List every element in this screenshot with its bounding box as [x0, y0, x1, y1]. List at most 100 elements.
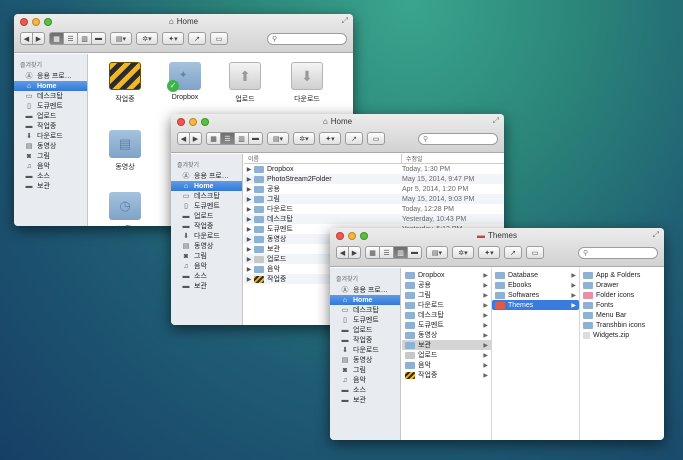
- column-item[interactable]: Ebooks ▶: [492, 280, 579, 290]
- titlebar[interactable]: ▬ Themes ⤢ ◀ ▶ ▦ ☰ ▥ ▬ ▤▾ ✲▾ ✦▾ ↗ ▭ ⚲: [330, 228, 664, 267]
- column-item[interactable]: 도큐멘트 ▶: [402, 320, 491, 330]
- column-item-selected[interactable]: Themes ▶: [492, 300, 579, 310]
- column-view-button[interactable]: ▥: [234, 132, 249, 145]
- disclosure-triangle-icon[interactable]: ▶: [244, 276, 254, 283]
- disclosure-triangle-icon[interactable]: ▶: [244, 176, 254, 183]
- sidebar-item-documents[interactable]: ▯ 도큐멘트: [14, 101, 87, 111]
- column-item[interactable]: 음악 ▶: [402, 360, 491, 370]
- action-gear-button[interactable]: ✲▾: [136, 32, 158, 45]
- sidebar-item-pictures[interactable]: ◙ 그림: [330, 365, 400, 375]
- sidebar-item-archive[interactable]: ▬ 보관: [14, 181, 87, 191]
- forward-button[interactable]: ▶: [189, 132, 202, 145]
- sidebar-item-working[interactable]: ▬ 작업중: [330, 335, 400, 345]
- titlebar[interactable]: ⌂ Home ⤢ ◀ ▶ ▦ ☰ ▥ ▬ ▤▾ ✲▾ ✦▾ ↗ ▭ ⚲: [14, 14, 353, 53]
- column-view-button[interactable]: ▥: [77, 32, 92, 45]
- list-view-button[interactable]: ☰: [220, 132, 235, 145]
- icon-view-button[interactable]: ▦: [365, 246, 380, 259]
- sidebar-item-working[interactable]: ▬ 작업중: [171, 221, 242, 231]
- list-row[interactable]: ▶ 다운로드 Today, 12:28 PM: [244, 204, 504, 214]
- column-item[interactable]: 공용 ▶: [402, 280, 491, 290]
- forward-button[interactable]: ▶: [348, 246, 361, 259]
- sidebar-item-pictures[interactable]: ◙ 그림: [14, 151, 87, 161]
- file-icon-item[interactable]: ⬆ 업로드: [215, 62, 275, 104]
- column-item[interactable]: Softwares ▶: [492, 290, 579, 300]
- column-item[interactable]: App & Folders: [580, 270, 664, 280]
- sidebar-item-upload[interactable]: ▬ 업로드: [330, 325, 400, 335]
- column-item[interactable]: Drawer: [580, 280, 664, 290]
- column-item[interactable]: Transhbin icons: [580, 320, 664, 330]
- dropbox-menu-button[interactable]: ✦▾: [478, 246, 500, 259]
- fullscreen-icon[interactable]: ⤢: [342, 16, 348, 26]
- icon-view-button[interactable]: ▦: [206, 132, 221, 145]
- sidebar-item-movies[interactable]: ▤ 동영상: [330, 355, 400, 365]
- sidebar-item-music[interactable]: ♫ 음악: [330, 375, 400, 385]
- file-icon-item[interactable]: ⬇ 다운로드: [277, 62, 337, 104]
- sidebar-item-music[interactable]: ♫ 음악: [171, 261, 242, 271]
- disclosure-triangle-icon[interactable]: ▶: [244, 206, 254, 213]
- column-item[interactable]: 다운로드 ▶: [402, 300, 491, 310]
- share-button[interactable]: ↗: [345, 132, 363, 145]
- sidebar-item-desktop[interactable]: ▭ 데스크탑: [171, 191, 242, 201]
- coverflow-view-button[interactable]: ▬: [407, 246, 422, 259]
- column-item[interactable]: Dropbox ▶: [402, 270, 491, 280]
- sidebar-item-source[interactable]: ▬ 소스: [14, 171, 87, 181]
- disclosure-triangle-icon[interactable]: ▶: [244, 256, 254, 263]
- sidebar-item-movies[interactable]: ▤ 동영상: [14, 141, 87, 151]
- action-gear-button[interactable]: ✲▾: [452, 246, 474, 259]
- sidebar-item-upload[interactable]: ▬ 업로드: [14, 111, 87, 121]
- arrange-button[interactable]: ▤▾: [110, 32, 132, 45]
- sidebar-item-applications[interactable]: Ⓐ 응용 프로…: [330, 285, 400, 295]
- sidebar-item-applications[interactable]: Ⓐ 응용 프로…: [171, 171, 242, 181]
- column-item-selected[interactable]: 보관 ▶: [402, 340, 491, 350]
- file-icon-item[interactable]: ✓ ✦ Dropbox: [155, 62, 215, 101]
- file-icon-item[interactable]: ◷ 보관: [95, 192, 155, 226]
- sidebar-item-documents[interactable]: ▯ 도큐멘트: [171, 201, 242, 211]
- sidebar-item-home[interactable]: ⌂ Home: [330, 295, 400, 305]
- sidebar-item-home[interactable]: ⌂ Home: [14, 81, 87, 91]
- sidebar-item-applications[interactable]: Ⓐ 응용 프로…: [14, 71, 87, 81]
- disclosure-triangle-icon[interactable]: ▶: [244, 216, 254, 223]
- titlebar[interactable]: ⌂ Home ⤢ ◀ ▶ ▦ ☰ ▥ ▬ ▤▾ ✲▾ ✦▾ ↗ ▭ ⚲: [171, 114, 504, 153]
- column-header-date[interactable]: 수정일: [402, 154, 423, 163]
- dropbox-menu-button[interactable]: ✦▾: [319, 132, 341, 145]
- file-icon-item[interactable]: 작업중: [95, 62, 155, 104]
- forward-button[interactable]: ▶: [32, 32, 45, 45]
- sidebar-item-archive[interactable]: ▬ 보관: [330, 395, 400, 405]
- sidebar-item-pictures[interactable]: ◙ 그림: [171, 251, 242, 261]
- sidebar-item-downloads[interactable]: ⬇ 다운로드: [330, 345, 400, 355]
- coverflow-view-button[interactable]: ▬: [91, 32, 106, 45]
- tag-button[interactable]: ▭: [526, 246, 544, 259]
- list-row[interactable]: ▶ 데스크탑 Yesterday, 10:43 PM: [244, 214, 504, 224]
- file-icon-item[interactable]: ▤ 동영상: [95, 130, 155, 172]
- sidebar-item-downloads[interactable]: ⬇ 다운로드: [171, 231, 242, 241]
- search-field[interactable]: ⚲: [267, 32, 347, 45]
- share-button[interactable]: ↗: [188, 32, 206, 45]
- sidebar-item-movies[interactable]: ▤ 동영상: [171, 241, 242, 251]
- disclosure-triangle-icon[interactable]: ▶: [244, 186, 254, 193]
- disclosure-triangle-icon[interactable]: ▶: [244, 226, 254, 233]
- sidebar-item-upload[interactable]: ▬ 업로드: [171, 211, 242, 221]
- list-row[interactable]: ▶ 공용 Apr 5, 2014, 1:20 PM: [244, 184, 504, 194]
- column-item[interactable]: 동영상 ▶: [402, 330, 491, 340]
- search-field[interactable]: ⚲: [578, 246, 658, 259]
- column-item[interactable]: Folder icons: [580, 290, 664, 300]
- column-item[interactable]: 그림 ▶: [402, 290, 491, 300]
- sidebar-item-source[interactable]: ▬ 소스: [171, 271, 242, 281]
- disclosure-triangle-icon[interactable]: ▶: [244, 246, 254, 253]
- list-view-button[interactable]: ☰: [63, 32, 78, 45]
- list-row[interactable]: ▶ Dropbox Today, 1:30 PM: [244, 164, 504, 174]
- disclosure-triangle-icon[interactable]: ▶: [244, 166, 254, 173]
- sidebar-item-archive[interactable]: ▬ 보관: [171, 281, 242, 291]
- sidebar-item-working[interactable]: ▬ 작업중: [14, 121, 87, 131]
- sidebar-item-desktop[interactable]: ▭ 데스크탑: [330, 305, 400, 315]
- sidebar-item-desktop[interactable]: ▭ 데스크탑: [14, 91, 87, 101]
- disclosure-triangle-icon[interactable]: ▶: [244, 196, 254, 203]
- arrange-button[interactable]: ▤▾: [426, 246, 448, 259]
- disclosure-triangle-icon[interactable]: ▶: [244, 266, 254, 273]
- column-item[interactable]: Fonts: [580, 300, 664, 310]
- list-row[interactable]: ▶ PhotoStream2Folder May 15, 2014, 9:47 PM: [244, 174, 504, 184]
- sidebar-item-documents[interactable]: ▯ 도큐멘트: [330, 315, 400, 325]
- sidebar-item-source[interactable]: ▬ 소스: [330, 385, 400, 395]
- column-item[interactable]: Database ▶: [492, 270, 579, 280]
- list-row[interactable]: ▶ 그림 May 15, 2014, 9:03 PM: [244, 194, 504, 204]
